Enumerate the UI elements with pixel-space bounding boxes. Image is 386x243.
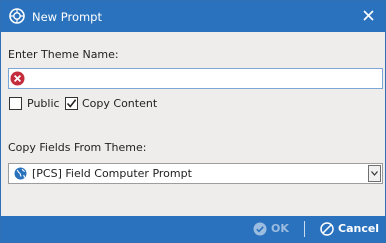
copy-fields-label: Copy Fields From Theme: (8, 141, 147, 154)
copy-content-label: Copy Content (82, 97, 158, 110)
title-bar: New Prompt (1, 1, 385, 32)
cancel-button[interactable]: Cancel (320, 221, 380, 237)
cancel-label: Cancel (338, 222, 380, 235)
public-label: Public (27, 97, 60, 110)
copy-fields-theme-select[interactable]: [PCS] Field Computer Prompt (8, 163, 383, 184)
footer-divider (304, 221, 305, 237)
dialog-footer: OK Cancel (1, 216, 385, 242)
new-prompt-dialog: New Prompt Enter Theme Name: Public Copy… (0, 0, 386, 243)
checkmark-icon (66, 99, 77, 108)
chevron-down-icon (371, 171, 378, 176)
dropdown-button[interactable] (368, 165, 381, 182)
error-icon (10, 71, 25, 86)
copy-content-checkbox[interactable] (65, 97, 78, 110)
ok-label: OK (271, 222, 289, 235)
close-button[interactable] (357, 4, 381, 28)
prompt-app-icon (9, 8, 25, 24)
copy-fields-selected-value: [PCS] Field Computer Prompt (32, 167, 192, 180)
globe-icon (14, 167, 27, 180)
public-checkbox[interactable] (9, 97, 22, 110)
cancel-icon (320, 222, 334, 236)
theme-name-input[interactable] (29, 70, 379, 87)
ok-button[interactable]: OK (253, 221, 293, 237)
theme-name-field[interactable] (8, 68, 383, 89)
theme-name-label: Enter Theme Name: (8, 48, 119, 61)
close-icon (363, 10, 374, 21)
check-circle-icon (253, 222, 267, 236)
dialog-title: New Prompt (32, 10, 102, 24)
